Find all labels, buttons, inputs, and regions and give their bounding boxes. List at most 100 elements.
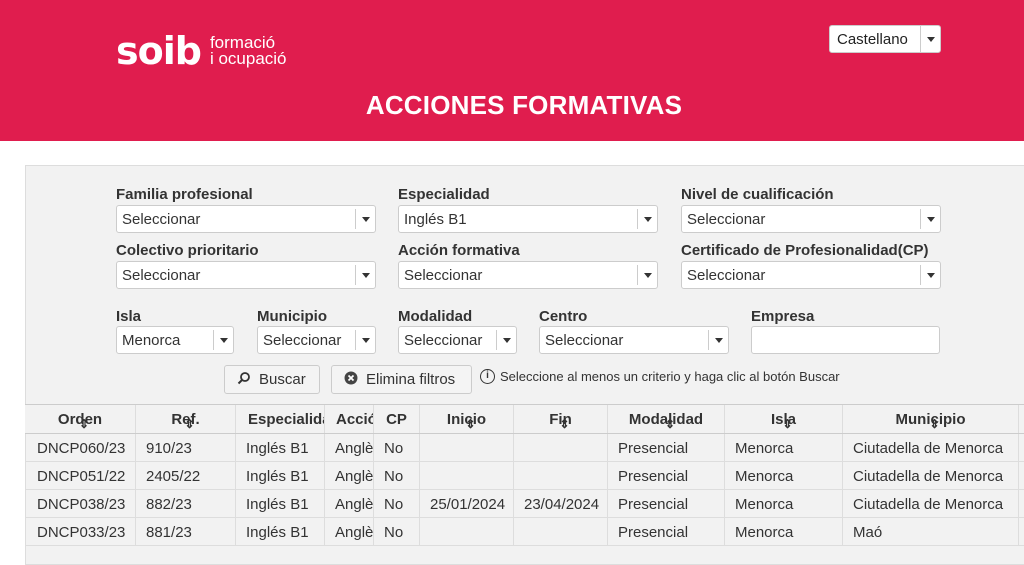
column-header-ref[interactable]: Ref. ⇕ — [136, 405, 236, 433]
cell-cp: No — [374, 518, 420, 545]
column-header-fin[interactable]: Fin ⇕ — [514, 405, 608, 433]
column-header-orden[interactable]: Orden ⇕ — [25, 405, 136, 433]
modalidad-select[interactable]: Seleccionar — [398, 326, 517, 354]
table-row[interactable]: DNCP051/22 2405/22 Inglés B1 Anglès B1 No Pre… — [25, 462, 1024, 490]
cell-isla: Menorca — [725, 518, 843, 545]
cell-isla-text: Menorca — [735, 468, 794, 485]
language-value: Castellano — [837, 31, 908, 48]
colectivo-value: Seleccionar — [122, 267, 201, 284]
column-header-modalidad[interactable]: Modalidad ⇕ — [608, 405, 725, 433]
cell-modalidad: Presencial — [608, 462, 725, 489]
table-row[interactable]: DNCP060/23 910/23 Inglés B1 Anglès B1 No Pres… — [25, 434, 1024, 462]
column-header-isla[interactable]: Isla ⇕ — [725, 405, 843, 433]
cell-especialidad-text: Inglés B1 — [246, 440, 309, 457]
cell-especialidad-text: Inglés B1 — [246, 468, 309, 485]
cell-ref-text: 881/23 — [146, 524, 192, 541]
chevron-down-icon — [496, 330, 516, 350]
language-select[interactable]: Castellano — [829, 25, 941, 53]
cell-especialidad: Inglés B1 — [236, 462, 325, 489]
chevron-down-icon — [920, 209, 940, 229]
cell-isla-text: Menorca — [735, 524, 794, 541]
centro-select[interactable]: Seleccionar — [539, 326, 729, 354]
cell-modalidad-text: Presencial — [618, 440, 689, 457]
column-header-inicio[interactable]: Inicio ⇕ — [420, 405, 514, 433]
info-icon: i — [480, 369, 495, 384]
cell-accion: Anglès B1 — [325, 434, 374, 461]
column-header-especialidad[interactable]: Especialidad — [236, 405, 325, 433]
chevron-down-icon — [637, 265, 657, 285]
chevron-down-icon — [920, 265, 940, 285]
cell-municipio-text: Ciutadella de Menorca — [853, 440, 1004, 457]
chevron-down-icon — [355, 265, 375, 285]
familia-value: Seleccionar — [122, 211, 201, 228]
isla-value: Menorca — [122, 332, 181, 349]
table-row[interactable]: DNCP033/23 881/23 Inglés B1 Anglès B1 No Pres… — [25, 518, 1024, 546]
cell-municipio: Ciutadella de Menorca — [843, 434, 1019, 461]
cell-cp-text: No — [384, 524, 404, 541]
cell-cp-text: No — [384, 440, 404, 457]
column-header-accion[interactable]: Acción formativa — [325, 405, 374, 433]
table-header-row: Orden⇕ Ref.⇕ Especialidad Acción formati… — [25, 404, 1024, 434]
cell-inicio — [420, 462, 514, 489]
empresa-input[interactable] — [751, 326, 940, 354]
empresa-label: Empresa — [751, 308, 815, 325]
cell-ref: 910/23 — [136, 434, 236, 461]
municipio-select[interactable]: Seleccionar — [257, 326, 376, 354]
accion-value: Seleccionar — [404, 267, 483, 284]
certificado-label: Certificado de Profesionalidad(CP) — [681, 242, 929, 259]
colectivo-select[interactable]: Seleccionar — [116, 261, 376, 289]
cell-orden: DNCP051/22 — [25, 462, 136, 489]
cell-accion-text: Anglès B1 — [335, 496, 374, 513]
cell-accion: Anglès B1 — [325, 490, 374, 517]
table-row[interactable]: DNCP038/23 882/23 Inglés B1 Anglès B1 No 25/0… — [25, 490, 1024, 518]
nivel-value: Seleccionar — [687, 211, 766, 228]
cell-inicio — [420, 434, 514, 461]
search-button[interactable]: Buscar — [224, 365, 320, 394]
modalidad-value: Seleccionar — [404, 332, 483, 349]
familia-label: Familia profesional — [116, 186, 253, 203]
centro-value: Seleccionar — [545, 332, 624, 349]
cell-fin: 23/04/2024 — [514, 490, 608, 517]
cell-isla-text: Menorca — [735, 496, 794, 513]
clear-filters-button[interactable]: Elimina filtros — [331, 365, 472, 394]
clear-filters-label: Elimina filtros — [366, 371, 456, 388]
familia-select[interactable]: Seleccionar — [116, 205, 376, 233]
cell-municipio-text: Ciutadella de Menorca — [853, 468, 1004, 485]
centro-label: Centro — [539, 308, 588, 325]
cell-orden: DNCP038/23 — [25, 490, 136, 517]
cell-ref: 881/23 — [136, 518, 236, 545]
cell-cp: No — [374, 434, 420, 461]
cell-municipio: Maó — [843, 518, 1019, 545]
certificado-select[interactable]: Seleccionar — [681, 261, 941, 289]
especialidad-select[interactable]: Inglés B1 — [398, 205, 658, 233]
isla-select[interactable]: Menorca — [116, 326, 234, 354]
cell-inicio-text: 25/01/2024 — [430, 496, 506, 513]
nivel-select[interactable]: Seleccionar — [681, 205, 941, 233]
page-title: ACCIONES FORMATIVAS — [365, 90, 683, 120]
soib-logo[interactable]: soib formació i ocupació — [116, 32, 287, 70]
column-header-cp[interactable]: CP — [374, 405, 420, 433]
accion-label: Acción formativa — [398, 242, 520, 259]
cell-fin — [514, 462, 608, 489]
chevron-down-icon — [637, 209, 657, 229]
cell-ref-text: 2405/22 — [146, 468, 201, 485]
cell-modalidad: Presencial — [608, 518, 725, 545]
cell-inicio — [420, 518, 514, 545]
cell-cp: No — [374, 490, 420, 517]
cell-ref: 882/23 — [136, 490, 236, 517]
cell-especialidad-text: Inglés B1 — [246, 524, 309, 541]
cell-isla: Menorca — [725, 434, 843, 461]
cell-isla-text: Menorca — [735, 440, 794, 457]
cell-modalidad-text: Presencial — [618, 524, 689, 541]
search-hint-text: Seleccione al menos un criterio y haga c… — [500, 369, 840, 384]
colectivo-label: Colectivo prioritario — [116, 242, 259, 259]
nivel-label: Nivel de cualificación — [681, 186, 834, 203]
cell-accion: Anglès B1 — [325, 518, 374, 545]
cell-especialidad: Inglés B1 — [236, 490, 325, 517]
chevron-down-icon — [213, 330, 233, 350]
isla-label: Isla — [116, 308, 142, 325]
column-header-municipio[interactable]: Municipio ⇕ — [843, 405, 1019, 433]
modalidad-label: Modalidad — [398, 308, 473, 325]
certificado-value: Seleccionar — [687, 267, 766, 284]
accion-select[interactable]: Seleccionar — [398, 261, 658, 289]
